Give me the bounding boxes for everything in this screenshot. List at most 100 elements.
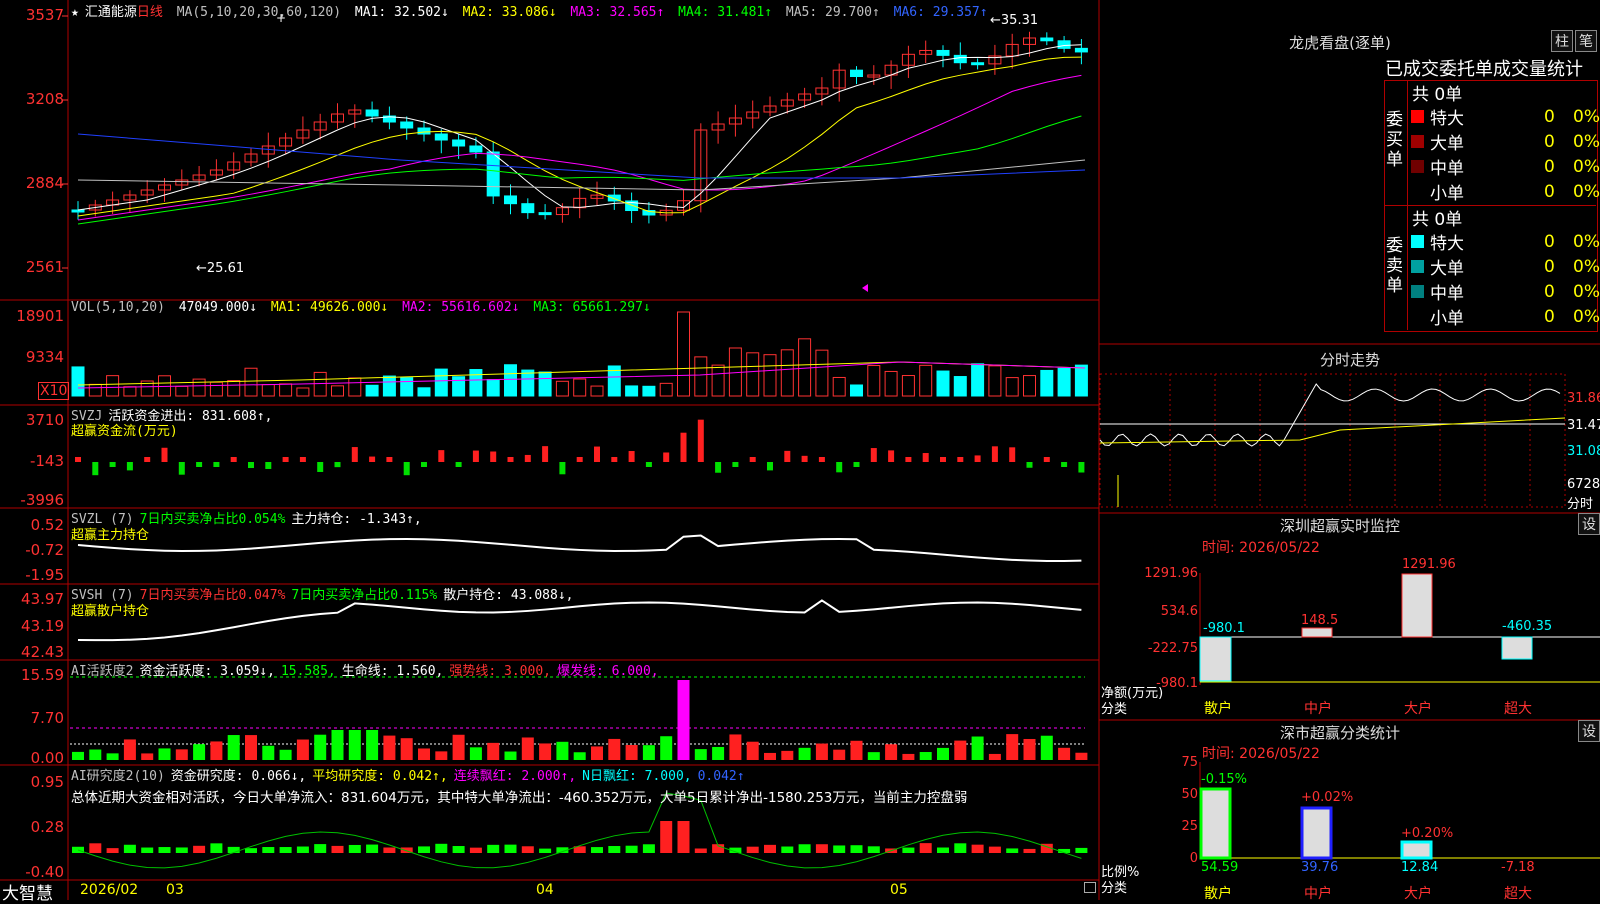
- ai2-bar-17: [366, 844, 379, 853]
- buy-table: 特大 0 0% 大单 0 0% 中单 0 0% 小单 0 0%: [1411, 104, 1600, 204]
- svzl-y-2: -0.72: [25, 541, 64, 559]
- ai2-bar-5: [158, 847, 171, 853]
- vol-bar-34: [659, 382, 673, 397]
- svzj-bar-17: [369, 456, 376, 462]
- szm-bar-retail: [1199, 636, 1232, 682]
- svzj-y-1: 3710: [25, 411, 64, 429]
- sell-s-value: 0: [1544, 306, 1555, 327]
- pink-marker: [862, 284, 868, 292]
- vol-bar-32: [625, 385, 639, 397]
- lock-icon[interactable]: [1084, 882, 1096, 893]
- vol-value: 47049.000↓: [178, 300, 258, 315]
- ai1-bar-29: [573, 752, 586, 760]
- vol-bar-26: [521, 369, 535, 397]
- vol-ma3: MA3: 65661.297↓: [533, 300, 651, 315]
- vol-bar-45: [850, 384, 863, 397]
- vol-ma2: MA2: 55616.602↓: [402, 300, 520, 315]
- ai2-legend: AI研究度2(10) 资金研究度: 0.066↓, 平均研究度: 0.042↑, 连续…: [71, 765, 751, 784]
- svzj-bar-41: [784, 450, 791, 462]
- ai1-bar-19: [400, 738, 413, 760]
- ai1-bar-2: [106, 753, 119, 760]
- ai2-bar-33: [642, 844, 655, 853]
- ai1-bar-25: [504, 751, 517, 760]
- buy-l-swatch: [1411, 135, 1424, 148]
- low-mark: ←25.61: [196, 261, 245, 276]
- ai2-bar-12: [279, 847, 292, 853]
- bar-mode-button[interactable]: 柱: [1551, 30, 1573, 52]
- vol-bar-12: [279, 383, 293, 397]
- szc-bar-large: [1400, 840, 1433, 860]
- vol-y-2: 9334: [25, 348, 64, 366]
- svzj-bar-50: [940, 457, 946, 462]
- candle-57: [1057, 40, 1071, 49]
- vol-bar-41: [780, 349, 794, 397]
- sell-m-label: 中单: [1430, 284, 1465, 304]
- ai1-bar-31: [608, 738, 621, 760]
- vol-bar-10: [244, 367, 258, 397]
- vol-ma1: MA1: 49626.000↓: [270, 300, 389, 315]
- main-y-1: 3537: [25, 6, 64, 24]
- sz-class-settings-button[interactable]: 设: [1578, 720, 1600, 742]
- ai1-t3: 生命线: 1.560,: [341, 664, 444, 679]
- buy-label: 委买单: [1386, 110, 1403, 170]
- ai1-bar-58: [1075, 752, 1088, 760]
- vol-bar-49: [919, 364, 933, 397]
- buy-s-pct: 0%: [1573, 181, 1600, 202]
- vol-bar-36: [694, 356, 708, 397]
- ai2-bar-14: [314, 844, 327, 853]
- ai1-bar-7: [193, 744, 206, 760]
- vol-bar-6: [175, 385, 189, 397]
- stock-name[interactable]: 汇通能源: [85, 5, 137, 20]
- svzj-bar-24: [490, 451, 497, 462]
- vol-bar-7: [192, 378, 206, 397]
- sell-table: 特大 0 0% 大单 0 0% 中单 0 0% 小单 0 0%: [1411, 229, 1600, 329]
- ai2-bar-55: [1023, 848, 1036, 853]
- vol-bar-13: [296, 387, 310, 397]
- sell-l-swatch: [1411, 260, 1424, 273]
- ai2-bar-3: [123, 844, 136, 853]
- sz-class-title: 深市超赢分类统计: [1279, 724, 1400, 742]
- ma-params: MA(5,10,20,30,60,120): [176, 5, 342, 20]
- ai1-bar-1: [89, 749, 102, 760]
- dragon-title: 龙虎看盘(逐单): [1289, 34, 1391, 52]
- brand-logo[interactable]: 大智慧: [2, 879, 53, 904]
- svzj-bar-5: [161, 447, 168, 462]
- sz-class-bot-retail: 54.59: [1201, 860, 1239, 875]
- sz-monitor-y-1: 1291.96: [1144, 566, 1198, 581]
- candle-24: [486, 151, 500, 197]
- ai2-t2: 平均研究度: 0.042↑,: [312, 769, 448, 784]
- vol-unit[interactable]: X10: [38, 382, 70, 400]
- ai1-t4: 强势线: 3.000,: [449, 664, 551, 679]
- sell-s-label: 小单: [1430, 309, 1465, 329]
- candle-21: [434, 133, 448, 141]
- ai2-bar-22: [452, 846, 465, 853]
- vol-bar-15: [331, 385, 344, 397]
- svzj-bar-22: [455, 462, 462, 467]
- tick-mode-button[interactable]: 笔: [1575, 30, 1597, 52]
- svzj-bar-29: [576, 457, 583, 462]
- ai1-y-1: 15.59: [21, 666, 64, 684]
- ai1-bar-54: [1006, 734, 1019, 760]
- svsh-y-1: 43.97: [21, 590, 64, 608]
- svzj-bar-18: [386, 457, 393, 462]
- sz-monitor-settings-button[interactable]: 设: [1578, 513, 1600, 535]
- candle-0: [71, 209, 85, 213]
- svzj-bar-15: [334, 462, 341, 468]
- period-label[interactable]: 日线: [137, 5, 163, 20]
- svzj-bar-35: [680, 432, 687, 462]
- buy-row-l: 大单 0 0%: [1411, 129, 1600, 154]
- sz-monitor-xlabel: 分类: [1101, 702, 1128, 717]
- ai1-legend: AI活跃度2 资金活跃度: 3.059↓, 15.585, 生命线: 1.560, 强势…: [71, 660, 665, 679]
- vol-bar-44: [832, 376, 846, 397]
- ai1-bar-20: [418, 748, 430, 760]
- vol-bar-27: [538, 371, 552, 397]
- ai2-bar-54: [1006, 848, 1019, 853]
- ai2-bar-40: [764, 844, 776, 853]
- ai1-t2: 15.585,: [280, 664, 336, 679]
- sell-xl-value: 0: [1544, 231, 1555, 252]
- ai2-bar-30: [591, 847, 603, 853]
- orderbook-vdivider: [1407, 80, 1408, 330]
- svsh-text1: 7日内买卖净占比0.047%: [139, 588, 286, 603]
- ai1-bar-5: [158, 748, 171, 760]
- sz-cat-mid: 中户: [1304, 701, 1332, 717]
